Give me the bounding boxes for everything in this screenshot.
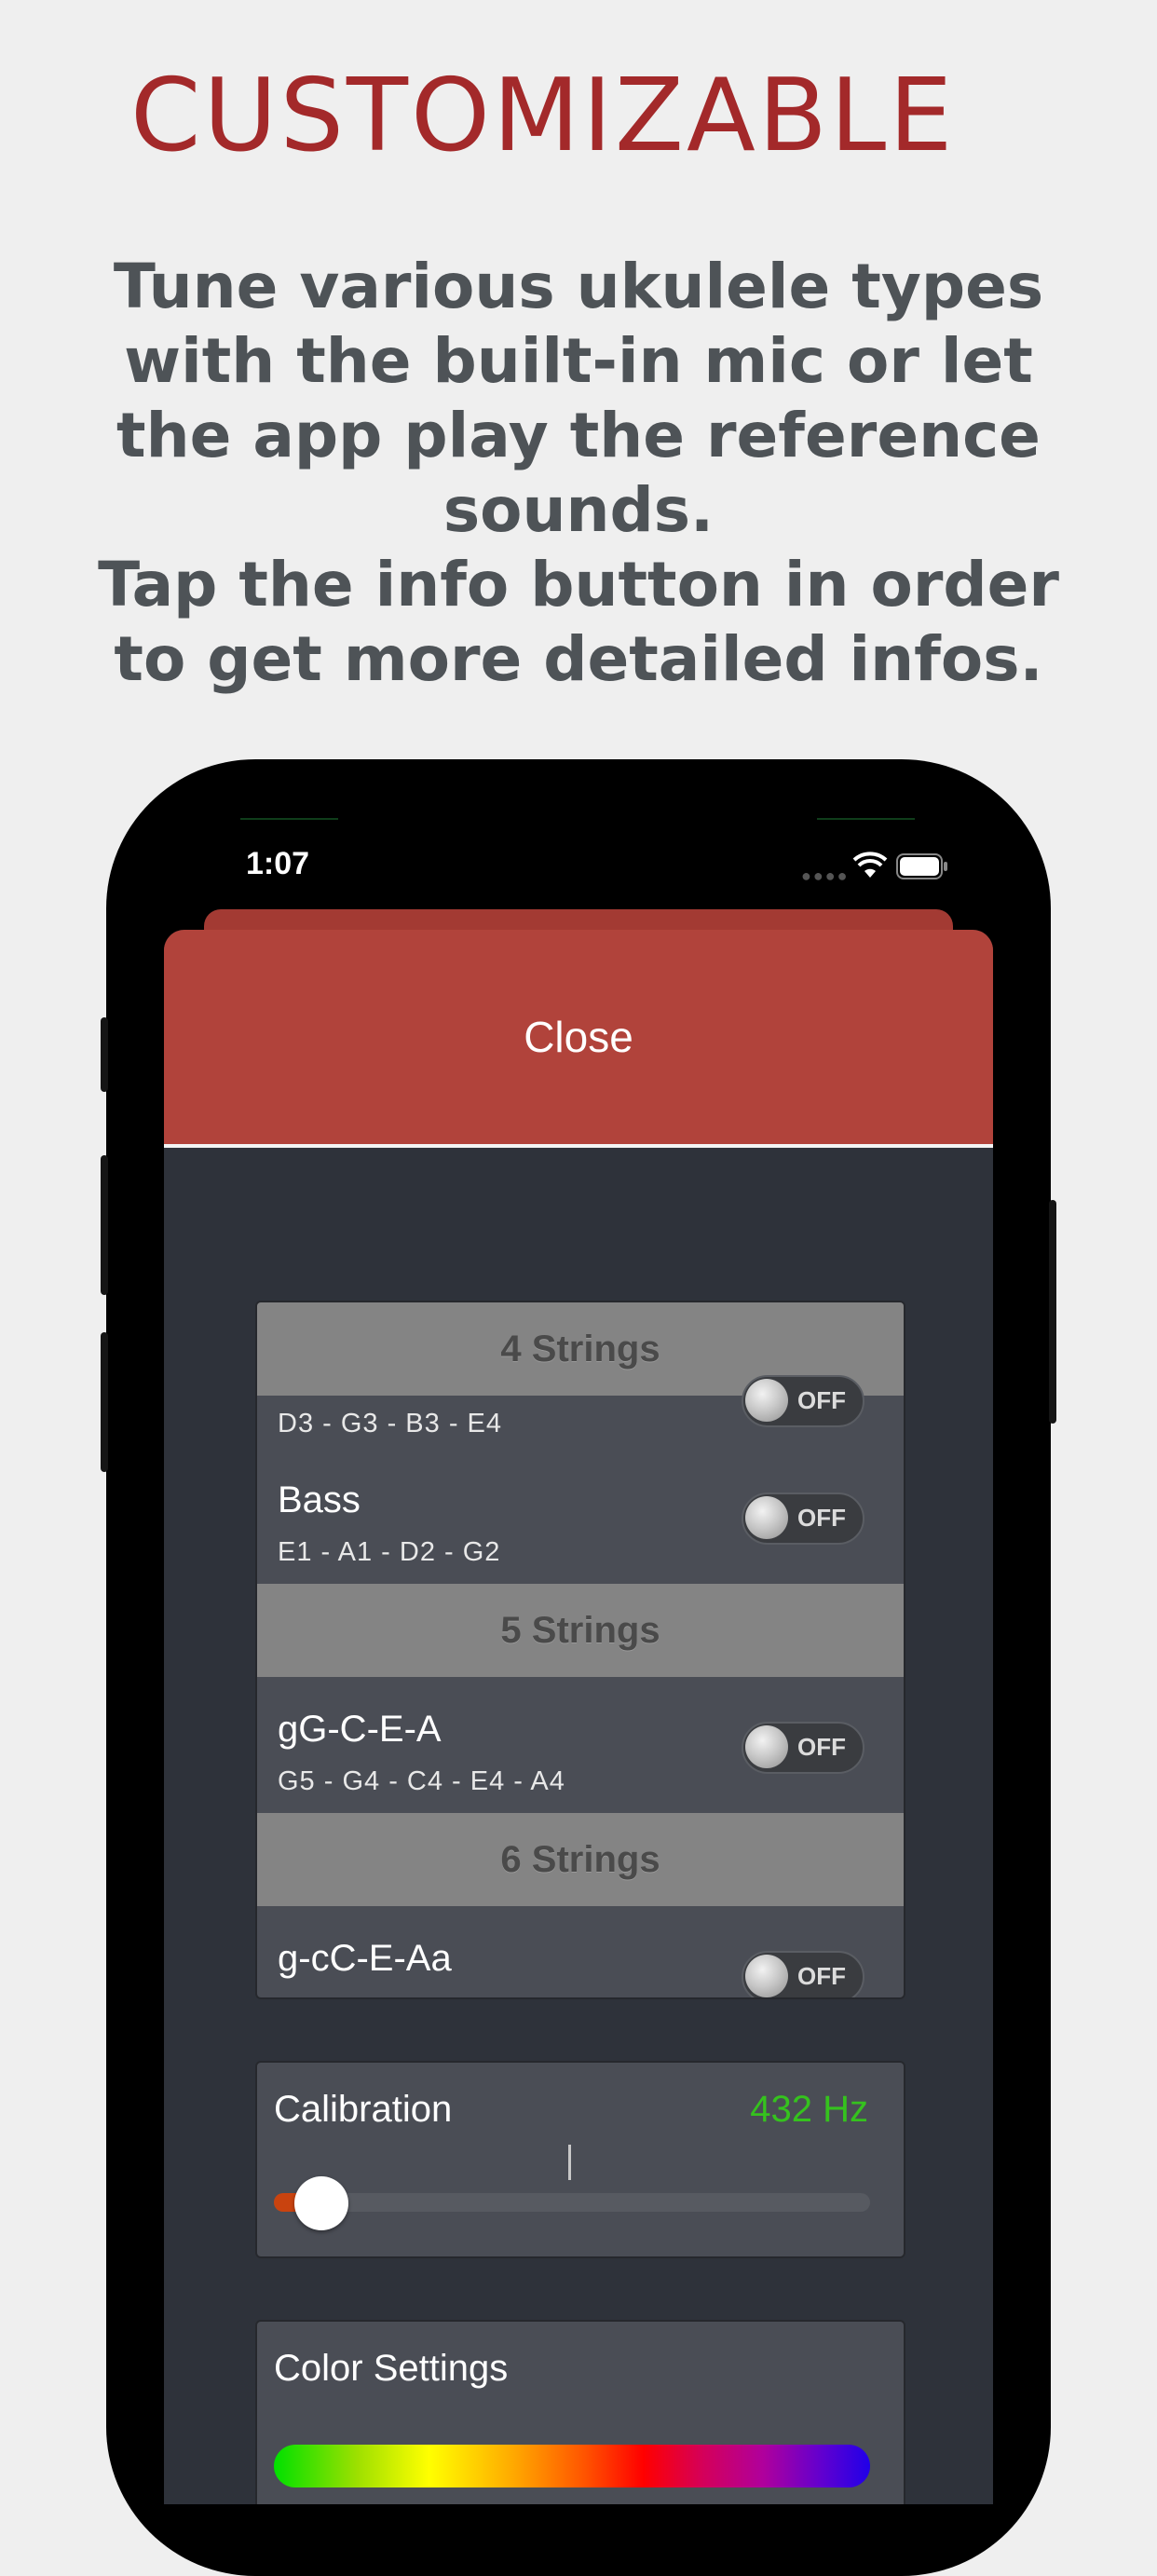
subtitle-line: to get more detailed infos. <box>114 623 1043 695</box>
toggle-label: OFF <box>797 1733 846 1761</box>
toggle-label: OFF <box>797 1504 846 1532</box>
volume-down-button <box>101 1332 108 1472</box>
toggle-knob <box>745 1379 788 1422</box>
mute-switch <box>101 1017 108 1092</box>
close-button[interactable]: Close <box>164 930 993 1148</box>
toggle-knob <box>745 1955 788 1997</box>
subtitle-line: Tap the info button in order <box>98 549 1059 620</box>
headline: CUSTOMIZABLE <box>130 58 956 174</box>
tuning-title: g-cC-E-Aa <box>278 1938 452 1979</box>
earpiece-indicator <box>240 818 338 820</box>
calibration-card: Calibration 432 Hz <box>255 2061 905 2258</box>
toggle-switch[interactable]: OFF <box>742 1375 864 1427</box>
tunings-list[interactable]: 4 Strings OFF D3 - G3 - B3 - E4 Bass E1 … <box>255 1301 905 1999</box>
toggle-knob <box>745 1725 788 1768</box>
toggle-switch[interactable]: OFF <box>742 1722 864 1774</box>
calibration-center-tick <box>568 2145 571 2180</box>
cellular-icon: ●●●● <box>801 866 850 885</box>
volume-up-button <box>101 1155 108 1295</box>
calibration-slider[interactable] <box>274 2176 870 2230</box>
wifi-icon <box>852 852 888 878</box>
section-header-5-strings: 5 Strings <box>257 1584 904 1677</box>
subtitle-line: the app play the reference <box>116 400 1041 471</box>
toggle-label: OFF <box>797 1962 846 1990</box>
color-settings-card: Color Settings <box>255 2320 905 2504</box>
calibration-value: 432 Hz <box>750 2089 868 2130</box>
toggle-knob <box>745 1496 788 1539</box>
tuning-title: gG-C-E-A <box>278 1709 442 1750</box>
toggle-label: OFF <box>797 1386 846 1414</box>
tuning-notes: G5 - G4 - C4 - E4 - A4 <box>278 1766 565 1796</box>
toggle-switch[interactable]: OFF <box>742 1951 864 1997</box>
subtitle-line: with the built-in mic or let <box>124 325 1033 397</box>
calibration-slider-thumb[interactable] <box>294 2176 349 2230</box>
tuning-title: Bass <box>278 1479 361 1520</box>
color-settings-label: Color Settings <box>274 2348 509 2389</box>
status-icons: ●●●● <box>801 850 950 885</box>
battery-icon <box>896 853 947 879</box>
power-button <box>1049 1200 1056 1424</box>
subtitle-line: sounds. <box>442 474 715 546</box>
earpiece-indicator <box>817 818 915 820</box>
tuning-notes: D3 - G3 - B3 - E4 <box>278 1409 503 1438</box>
toggle-switch[interactable]: OFF <box>742 1492 864 1545</box>
subtitle-line: Tune various ukulele types <box>113 251 1044 322</box>
section-header-6-strings: 6 Strings <box>257 1813 904 1906</box>
subtitle: Tune various ukulele types with the buil… <box>37 250 1120 697</box>
calibration-label: Calibration <box>274 2089 453 2130</box>
tuning-notes: E1 - A1 - D2 - G2 <box>278 1537 501 1567</box>
status-time: 1:07 <box>246 846 310 881</box>
color-picker-slider[interactable] <box>274 2445 870 2487</box>
settings-sheet: Close 4 Strings OFF D3 - G3 - B3 - E4 Ba… <box>164 930 993 2504</box>
